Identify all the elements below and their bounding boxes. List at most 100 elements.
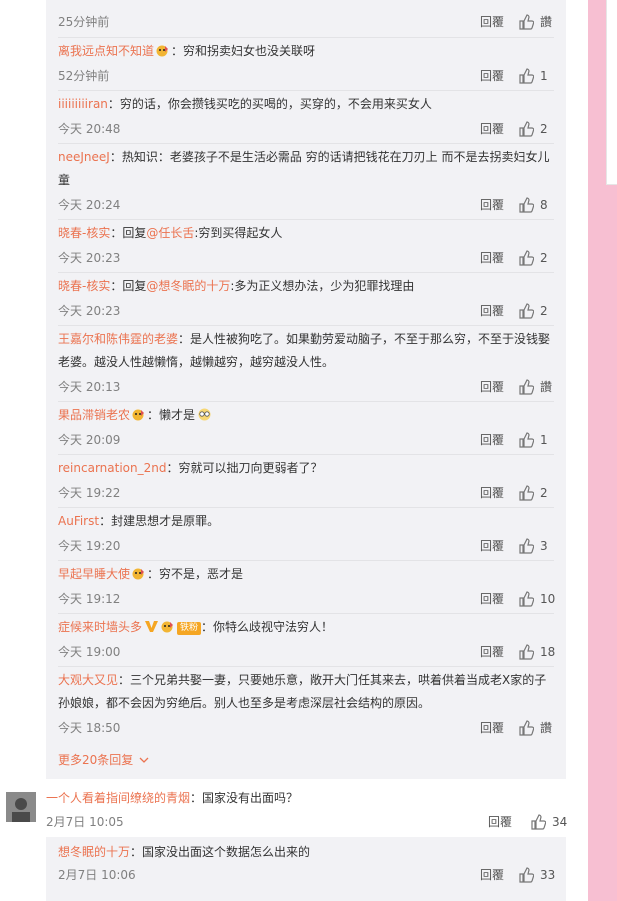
thumbs-up-icon [518,379,535,395]
reply-body: ：穷就可以拙刀向更弱者了？ [166,461,323,475]
reply-text: 果品滞销老农 ：懒才是 [58,404,554,427]
sidebar-card [606,0,617,185]
mention-link[interactable]: @任长舌 [146,226,194,240]
reply-body: ：你特么歧视守法穷人！ [201,620,334,634]
divider [58,143,554,144]
like-button[interactable]: 34 [530,814,568,830]
reply-button[interactable]: 回覆 [480,538,504,554]
reply-prefix: ：回复 [110,279,147,293]
like-button[interactable]: 讚 [518,379,554,395]
divider [58,560,554,561]
reply-button[interactable]: 回覆 [480,121,504,137]
username-link[interactable]: 一个人看着指间缭绕的青烟 [46,791,190,805]
thumbs-up-icon [530,814,547,830]
thumbs-up-icon [518,591,535,607]
reply-text: neeJneeJ：热知识：老婆孩子不是生活必需品 穷的话请把钱花在刀刃上 而不是… [58,146,554,192]
username-link[interactable]: 离我远点知不知道 [58,44,154,58]
reply-button[interactable]: 回覆 [480,379,504,395]
reply-button[interactable]: 回覆 [480,250,504,266]
username-link[interactable]: 晓春-核实 [58,226,110,240]
username-link[interactable]: 晓春-核实 [58,279,110,293]
reply-body: ：国家没出面这个数据怎么出来的 [130,845,311,859]
reply-text: 早起早睡大使 ：穷不是，恶才是 [58,563,554,586]
mention-link[interactable]: @想冬眠的十万 [146,279,230,293]
timestamp: 今天 20:09 [58,433,121,447]
comment-text: 一个人看着指间缭绕的青烟：国家没有出面吗？ [46,787,566,810]
divider [58,272,554,273]
thumbs-up-icon [518,867,535,883]
like-button[interactable]: 1 [518,68,554,84]
reply-button[interactable]: 回覆 [480,644,504,660]
reply-button[interactable]: 回覆 [480,197,504,213]
reply-button[interactable]: 回覆 [480,720,504,736]
like-button[interactable]: 1 [518,432,554,448]
username-link[interactable]: 王嘉尔和陈伟霆的老婆 [58,332,178,346]
thumbs-up-icon [518,14,535,30]
like-button[interactable]: 2 [518,121,554,137]
user-avatar[interactable] [6,792,36,822]
like-count: 10 [540,592,556,606]
reply-button[interactable]: 回覆 [480,867,504,883]
thumbs-up-icon [518,720,535,736]
reply-text: AuFirst：封建思想才是原罪。 [58,510,554,533]
like-count: 2 [540,304,548,318]
username-link[interactable]: 果品滞销老农 [58,408,130,422]
timestamp: 今天 20:23 [58,304,121,318]
username-link[interactable]: 早起早睡大使 [58,567,130,581]
like-button[interactable]: 18 [518,644,555,660]
thumbs-up-icon [518,485,535,501]
divider [58,37,554,38]
thumbs-up-icon [518,197,535,213]
more-replies-label: 更多20条回复 [58,753,134,767]
divider [58,507,554,508]
like-button[interactable]: 讚 [518,14,554,30]
reply-button[interactable]: 回覆 [480,14,504,30]
like-button[interactable]: 2 [518,485,554,501]
fan-badge: 铁粉 [177,622,202,635]
user-badge-icon [130,567,147,581]
cut-off-comment [46,0,566,12]
username-link[interactable]: iiiiiiiiiran [58,97,108,111]
reply-button[interactable]: 回覆 [480,591,504,607]
more-replies-link[interactable]: 更多20条回复 [58,752,149,768]
like-button[interactable]: 10 [518,591,556,607]
timestamp: 今天 20:24 [58,198,121,212]
reply-body: ：封建思想才是原罪。 [99,514,220,528]
timestamp: 今天 19:22 [58,486,121,500]
divider [58,401,554,402]
reply-button[interactable]: 回覆 [480,303,504,319]
timestamp: 今天 19:00 [58,645,121,659]
reply-body: ：热知识：老婆孩子不是生活必需品 穷的话请把钱花在刀刃上 而不是去拐卖妇女儿童 [58,150,550,187]
like-button[interactable]: 3 [518,538,554,554]
like-count: 33 [540,868,556,882]
reply-button[interactable]: 回覆 [480,68,504,84]
reply-button[interactable]: 回覆 [488,814,512,830]
user-badge-icon [154,44,171,58]
like-button[interactable]: 讚 [518,720,554,736]
thumbs-up-icon [518,121,535,137]
like-button[interactable]: 8 [518,197,554,213]
reply-prefix: ：回复 [110,226,147,240]
timestamp: 25分钟前 [58,15,110,29]
user-badge-icon [130,408,147,422]
username-link[interactable]: neeJneeJ [58,150,110,164]
reply-button[interactable]: 回覆 [480,485,504,501]
username-link[interactable]: reincarnation_2nd [58,461,166,475]
like-button[interactable]: 2 [518,250,554,266]
like-button[interactable]: 2 [518,303,554,319]
comment-body: ：国家没有出面吗？ [190,791,299,805]
reply-body: ：穷的话，你会攒钱买吃的买喝的，买穿的，不会用来买女人 [107,97,432,111]
timestamp: 今天 18:50 [58,721,121,735]
like-count: 34 [552,815,568,829]
username-link[interactable]: 症候来时墙头多 [58,620,142,634]
divider [58,454,554,455]
reply-body: ：穷和拐卖妇女也没关联呀 [171,44,316,58]
username-link[interactable]: 大观大又见 [58,673,118,687]
username-link[interactable]: 想冬眠的十万 [58,845,130,859]
reply-button[interactable]: 回覆 [480,432,504,448]
username-link[interactable]: AuFirst [58,514,99,528]
like-count: 讚 [540,721,553,735]
timestamp: 今天 19:20 [58,539,121,553]
like-button[interactable]: 33 [518,867,556,883]
reply-text: iiiiiiiiiran：穷的话，你会攒钱买吃的买喝的，买穿的，不会用来买女人 [58,93,554,116]
